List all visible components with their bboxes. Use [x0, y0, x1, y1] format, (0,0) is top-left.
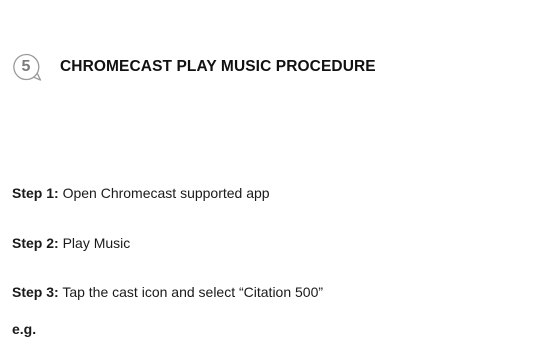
step-2-text: Play Music	[62, 235, 131, 251]
step-1-text: Open Chromecast supported app	[62, 185, 270, 201]
example-label: e.g.	[12, 321, 37, 337]
step-2-label: Step 2:	[12, 235, 59, 251]
step-1-label: Step 1:	[12, 185, 59, 201]
step-3-text: Tap the cast icon and select “Citation 5…	[62, 284, 324, 300]
step-3: Step 3: Tap the cast icon and select “Ci…	[12, 284, 323, 300]
step-3-label: Step 3:	[12, 284, 59, 300]
section-title: CHROMECAST PLAY MUSIC PROCEDURE	[60, 58, 376, 75]
speech-bubble-number-icon: 5	[12, 53, 42, 81]
section-header: 5 CHROMECAST PLAY MUSIC PROCEDURE	[12, 52, 376, 82]
section-number: 5	[21, 58, 31, 75]
step-1: Step 1: Open Chromecast supported app	[12, 185, 270, 201]
step-2: Step 2: Play Music	[12, 235, 130, 251]
